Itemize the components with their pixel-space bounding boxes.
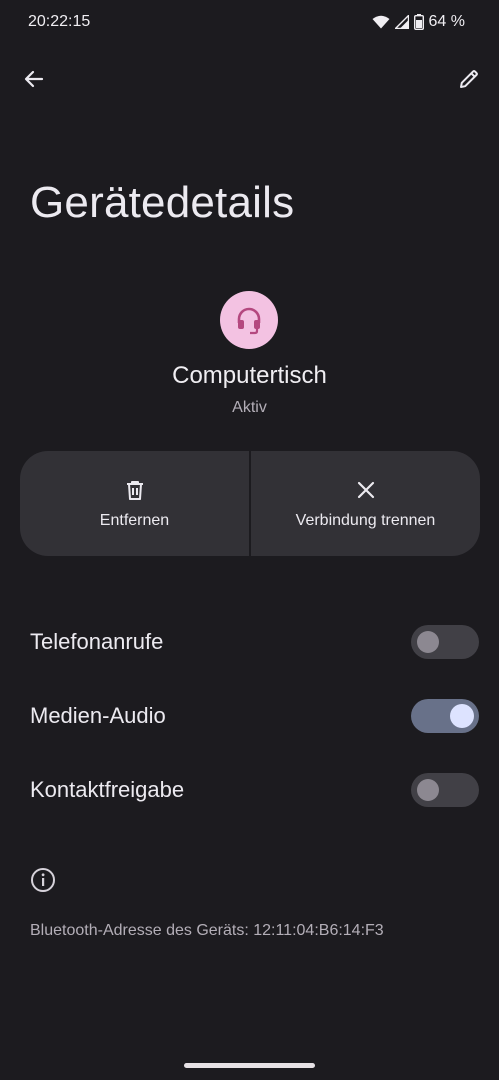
remove-button[interactable]: Entfernen <box>20 451 249 556</box>
device-actions: Entfernen Verbindung trennen <box>20 451 480 556</box>
status-time: 20:22:15 <box>28 13 91 30</box>
pencil-icon <box>460 70 478 88</box>
setting-media-audio-label: Medien-Audio <box>30 703 166 728</box>
setting-media-audio[interactable]: Medien-Audio <box>0 686 499 746</box>
toggle-knob <box>417 779 439 801</box>
bluetooth-address: Bluetooth-Adresse des Geräts: 12:11:04:B… <box>30 922 384 939</box>
info-icon <box>31 868 55 892</box>
disconnect-button[interactable]: Verbindung trennen <box>251 451 480 556</box>
wifi-icon <box>372 15 390 29</box>
cellular-signal-icon <box>394 15 409 29</box>
phone-calls-toggle[interactable] <box>411 625 479 659</box>
remove-button-label: Entfernen <box>99 511 170 529</box>
setting-contact-sharing[interactable]: Kontaktfreigabe <box>0 760 499 820</box>
media-audio-toggle[interactable] <box>411 699 479 733</box>
setting-contact-sharing-label: Kontaktfreigabe <box>30 777 185 802</box>
edit-button[interactable] <box>445 55 493 103</box>
back-button[interactable] <box>10 55 58 103</box>
status-icons: 64 % <box>372 13 465 31</box>
battery-percentage: 64 % <box>428 13 465 30</box>
device-avatar <box>220 291 278 349</box>
close-icon <box>357 481 374 498</box>
disconnect-button-label: Verbindung trennen <box>295 511 436 529</box>
arrow-left-icon <box>24 70 44 88</box>
status-bar: 20:22:15 64 % <box>0 0 499 44</box>
device-name: Computertisch <box>172 362 327 389</box>
toggle-knob <box>417 631 439 653</box>
page-title: Gerätedetails <box>30 178 295 227</box>
toggle-knob <box>450 704 474 728</box>
setting-phone-calls-label: Telefonanrufe <box>30 629 164 654</box>
contact-sharing-toggle[interactable] <box>411 773 479 807</box>
device-status: Aktiv <box>232 399 267 416</box>
trash-icon <box>126 480 143 500</box>
setting-phone-calls[interactable]: Telefonanrufe <box>0 612 499 672</box>
home-indicator[interactable] <box>184 1063 315 1068</box>
battery-icon <box>413 14 424 30</box>
headset-icon <box>237 307 261 335</box>
